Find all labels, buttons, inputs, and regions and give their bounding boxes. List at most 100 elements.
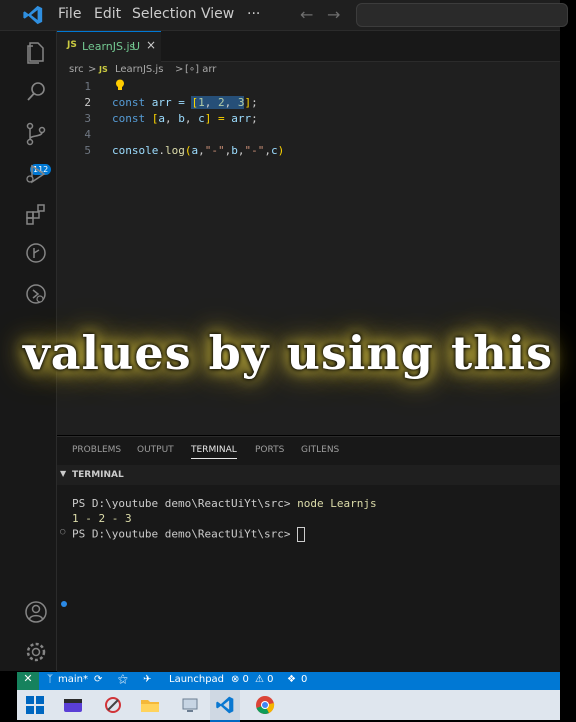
tab-problems[interactable]: PROBLEMS bbox=[72, 445, 121, 455]
terminal-activity-dot bbox=[61, 601, 67, 607]
code-identifier: a bbox=[158, 112, 165, 125]
launchpad-label[interactable]: Launchpad bbox=[169, 674, 224, 685]
terminal-output-line: 1 - 2 - 3 bbox=[72, 512, 132, 525]
code-string: "-" bbox=[204, 144, 225, 157]
run-debug-icon[interactable] bbox=[24, 162, 48, 186]
explorer-icon[interactable] bbox=[24, 40, 48, 64]
status-bar: ✕ ᛉ main* ⟳ ⚝ ✈ Launchpad ⊗ 0 ⚠ 0 ❖ 0 bbox=[17, 672, 560, 690]
remote-explorer-icon[interactable] bbox=[24, 282, 48, 306]
code-punct: . bbox=[158, 144, 165, 157]
branch-name[interactable]: main* bbox=[58, 674, 88, 685]
code-line-2[interactable]: const arr = [1, 2, 3]; bbox=[112, 96, 258, 109]
errors-count[interactable]: ⊗ 0 bbox=[231, 674, 249, 685]
tab-untracked-badge: U bbox=[132, 40, 141, 53]
gitlens-icon[interactable] bbox=[24, 241, 48, 265]
extensions-icon[interactable] bbox=[24, 202, 48, 226]
menu-edit[interactable]: Edit bbox=[94, 6, 121, 22]
search-icon[interactable] bbox=[24, 80, 48, 104]
code-line-3[interactable]: const [a, b, c] = arr; bbox=[112, 112, 258, 125]
remote-desktop-icon[interactable] bbox=[180, 695, 200, 715]
code-identifier: b bbox=[178, 112, 185, 125]
code-punct: , bbox=[204, 96, 218, 109]
windows-start-icon[interactable] bbox=[25, 695, 45, 715]
code-function: log bbox=[164, 144, 185, 157]
menu-more[interactable]: ··· bbox=[247, 6, 260, 22]
terminal-section-title: TERMINAL bbox=[72, 470, 124, 480]
code-identifier: b bbox=[231, 144, 238, 157]
vscode-logo-icon[interactable] bbox=[22, 4, 44, 26]
lightbulb-icon[interactable] bbox=[115, 79, 125, 91]
code-punct: ; bbox=[251, 112, 258, 125]
terminal-status-circle-icon: ○ bbox=[60, 527, 66, 537]
forward-arrow-icon[interactable]: → bbox=[327, 5, 340, 24]
code-punct: , bbox=[198, 144, 205, 157]
terminal-prompt: PS D:\youtube demo\ReactUiYt\src> bbox=[72, 527, 298, 541]
breadcrumb-separator: > bbox=[88, 64, 97, 75]
launchpad-icon[interactable]: ✈ bbox=[143, 674, 151, 685]
code-identifier: arr bbox=[231, 112, 252, 125]
snipping-tool-icon[interactable] bbox=[103, 695, 123, 715]
js-file-icon: JS bbox=[99, 65, 108, 74]
code-line-5[interactable]: console.log(a,"-",b,"-",c) bbox=[112, 144, 284, 157]
sync-icon[interactable]: ⟳ bbox=[94, 674, 102, 685]
ports-icon[interactable]: ❖ bbox=[287, 674, 296, 685]
code-punct: , bbox=[165, 112, 179, 125]
line-number: 2 bbox=[84, 96, 91, 109]
code-punct: , bbox=[224, 96, 238, 109]
code-identifier: arr = bbox=[145, 96, 192, 109]
warnings-count[interactable]: ⚠ 0 bbox=[255, 674, 274, 685]
menu-view[interactable]: View bbox=[201, 6, 234, 22]
tab-ports[interactable]: PORTS bbox=[255, 445, 284, 455]
code-identifier: c bbox=[198, 112, 205, 125]
tab-terminal[interactable]: TERMINAL bbox=[191, 445, 237, 459]
tab-output[interactable]: OUTPUT bbox=[137, 445, 174, 455]
account-icon[interactable] bbox=[24, 600, 48, 624]
breadcrumb-symbol[interactable]: [∘] arr bbox=[185, 64, 216, 75]
branch-icon[interactable]: ᛉ bbox=[47, 674, 53, 685]
close-icon[interactable]: × bbox=[146, 38, 156, 52]
chrome-icon[interactable] bbox=[255, 695, 275, 715]
code-keyword: const bbox=[112, 112, 146, 125]
line-number: 5 bbox=[84, 144, 91, 157]
code-punct: , bbox=[184, 112, 199, 125]
line-number: 4 bbox=[84, 128, 91, 141]
settings-gear-icon[interactable] bbox=[24, 640, 48, 664]
command-center-search[interactable] bbox=[356, 3, 568, 27]
breadcrumb-separator: > bbox=[175, 64, 184, 75]
terminal-line: ○ PS D:\youtube demo\ReactUiYt\src> bbox=[60, 527, 306, 542]
chevron-down-icon[interactable]: ▼ bbox=[60, 469, 66, 478]
line-number: 1 bbox=[84, 80, 91, 93]
code-identifier: c bbox=[270, 144, 278, 157]
code-string: "-" bbox=[244, 144, 265, 157]
ports-count[interactable]: 0 bbox=[301, 674, 307, 685]
title-bar: File Edit Selection View ··· ← → bbox=[0, 0, 568, 31]
vscode-taskbar-icon[interactable] bbox=[215, 695, 235, 715]
menu-selection[interactable]: Selection bbox=[132, 6, 197, 22]
code-bracket: ) bbox=[277, 144, 285, 157]
tab-filename: LearnJS.js bbox=[82, 40, 136, 53]
code-bracket: ] = bbox=[204, 112, 232, 125]
clipchamp-icon[interactable] bbox=[63, 695, 83, 715]
terminal-line: PS D:\youtube demo\ReactUiYt\src> node L… bbox=[72, 497, 377, 510]
source-control-icon[interactable] bbox=[24, 122, 48, 146]
code-punct: , bbox=[264, 144, 271, 157]
breadcrumb-src[interactable]: src bbox=[69, 64, 84, 75]
tab-gitlens[interactable]: GITLENS bbox=[301, 445, 339, 455]
gitlens-status-icon[interactable]: ⚝ bbox=[118, 674, 128, 685]
terminal-command: node Learnjs bbox=[297, 497, 377, 510]
terminal-section-header[interactable]: ▼ TERMINAL bbox=[57, 465, 560, 485]
menu-file[interactable]: File bbox=[58, 6, 81, 22]
breadcrumb-file[interactable]: LearnJS.js bbox=[115, 64, 163, 75]
code-number: 1 bbox=[198, 96, 205, 109]
line-number: 3 bbox=[84, 112, 91, 125]
back-arrow-icon[interactable]: ← bbox=[300, 5, 313, 24]
js-file-icon: JS bbox=[67, 40, 77, 50]
tab-learnjs[interactable]: JS LearnJS.js U × bbox=[57, 31, 161, 62]
file-explorer-icon[interactable] bbox=[140, 695, 160, 715]
terminal-cursor bbox=[297, 527, 306, 542]
code-bracket: [ bbox=[145, 112, 159, 125]
video-caption: values by using this bbox=[22, 326, 554, 380]
editor-tabs: JS LearnJS.js U × bbox=[57, 31, 560, 62]
code-number: 2 bbox=[217, 96, 225, 109]
remote-indicator-icon[interactable]: ✕ bbox=[17, 672, 39, 690]
